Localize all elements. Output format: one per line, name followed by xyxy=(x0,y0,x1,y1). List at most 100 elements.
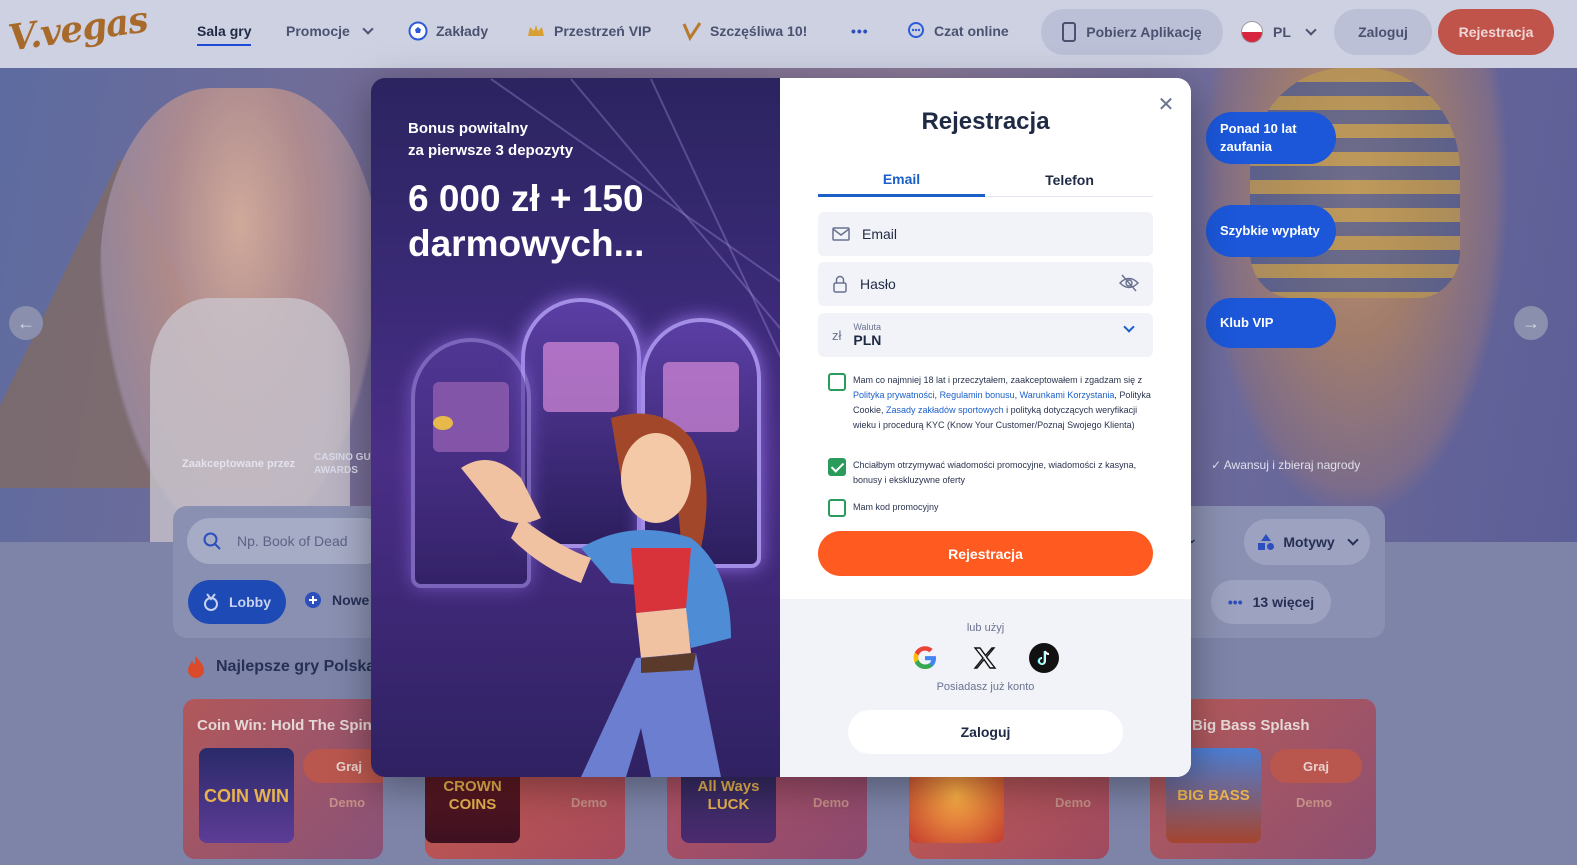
login-button[interactable]: Zaloguj xyxy=(1334,9,1432,55)
arrow-right-icon: → xyxy=(1522,312,1540,333)
vip-club-pill: Klub VIP xyxy=(1206,298,1336,348)
demo-link[interactable]: Demo xyxy=(571,795,607,810)
tab-label: Email xyxy=(882,170,921,187)
crown-icon xyxy=(528,25,544,36)
plus-circle-icon xyxy=(305,592,321,608)
game-thumb-label: CROWN COINS xyxy=(443,777,502,813)
soccer-ball-icon xyxy=(408,21,428,41)
chevron-down-icon xyxy=(1123,321,1135,333)
demo-label: Demo xyxy=(1055,795,1092,810)
chevron-down-icon xyxy=(1305,24,1317,36)
slider-next-button[interactable]: → xyxy=(1514,306,1548,340)
promo-code-text: Mam kod promocyjny xyxy=(853,502,939,512)
nav-zaklady[interactable]: Zakłady xyxy=(408,0,488,62)
award-badge: CASINO GUR AWARDS xyxy=(314,451,378,477)
promo-code-checkbox[interactable] xyxy=(828,499,846,517)
download-app-button[interactable]: Pobierz Aplikację xyxy=(1041,9,1223,55)
sports-rules-link[interactable]: Zasady zakładów sportowych xyxy=(886,405,1004,415)
tab-more[interactable]: ••• 13 więcej xyxy=(1211,580,1331,624)
promo-headline-line: darmowych... xyxy=(408,223,645,264)
email-field[interactable]: Email xyxy=(818,212,1153,256)
section-title: Najlepsze gry Polska xyxy=(186,655,375,679)
demo-label: Demo xyxy=(1296,795,1333,810)
site-logo[interactable]: V.vegas xyxy=(6,0,150,60)
tab-phone[interactable]: Telefon xyxy=(986,163,1153,197)
game-card[interactable]: Coin Win: Hold The Spin COIN WIN Graj De… xyxy=(183,699,383,859)
advance-caption-text: Awansuj i zbieraj nagrody xyxy=(1223,458,1361,472)
game-title: Coin Win: Hold The Spin xyxy=(197,717,372,734)
shapes-icon xyxy=(1258,534,1275,550)
promo-subtitle-line: Bonus powitalny xyxy=(408,120,528,137)
demo-link[interactable]: Demo xyxy=(1055,795,1091,810)
fast-payout-pill: Szybkie wypłaty xyxy=(1206,205,1336,257)
have-account-label: Posiadasz już konto xyxy=(936,681,1035,693)
eye-off-icon[interactable] xyxy=(1119,274,1139,292)
pill-label: Ponad 10 lat zaufania xyxy=(1220,121,1297,154)
demo-label: Demo xyxy=(329,795,366,810)
tab-new[interactable]: Nowe xyxy=(304,591,369,609)
google-icon xyxy=(913,646,936,669)
nav-promocje[interactable]: Promocje xyxy=(286,0,374,62)
game-search-input[interactable]: Np. Book of Dead xyxy=(187,518,387,564)
register-button[interactable]: Rejestracja xyxy=(1438,9,1554,55)
lock-icon xyxy=(833,275,847,293)
marketing-checkbox[interactable] xyxy=(828,458,846,476)
nav-czat-online[interactable]: Czat online xyxy=(906,0,1009,62)
demo-link[interactable]: Demo xyxy=(813,795,849,810)
tab-label: Lobby xyxy=(229,594,271,610)
more-icon: ••• xyxy=(1227,594,1243,610)
game-thumbnail: COIN WIN xyxy=(199,748,294,843)
currency-icon: zł xyxy=(832,327,842,343)
google-login-button[interactable] xyxy=(910,643,940,673)
marketing-text: Chciałbym otrzymywać wiadomości promocyj… xyxy=(853,460,1137,485)
register-submit-label: Rejestracja xyxy=(948,545,1023,562)
tiktok-login-button[interactable] xyxy=(1029,643,1059,673)
password-field[interactable]: Hasło xyxy=(818,262,1153,306)
themes-label: Motywy xyxy=(1283,534,1335,550)
character-illustration xyxy=(433,413,731,777)
registration-modal: Bonus powitalny za pierwsze 3 depozyty 6… xyxy=(371,78,1191,777)
slider-prev-button[interactable]: ← xyxy=(9,306,43,340)
currency-value: PLN xyxy=(853,332,882,348)
privacy-policy-link[interactable]: Polityka prywatności xyxy=(853,390,935,400)
language-selector[interactable]: PL xyxy=(1241,9,1317,55)
tab-email[interactable]: Email xyxy=(818,163,985,197)
logo-text: V.vegas xyxy=(5,0,151,60)
promo-headline: 6 000 zł + 150 darmowych... xyxy=(408,176,644,266)
play-button[interactable]: Graj xyxy=(1270,749,1362,783)
registration-form: ✕ Rejestracja Email Telefon Email Hasło … xyxy=(780,78,1191,777)
currency-text: Waluta PLN xyxy=(853,322,881,348)
modal-login-button[interactable]: Zaloguj xyxy=(848,710,1123,754)
nav-label: Czat online xyxy=(934,23,1009,39)
currency-select[interactable]: zł Waluta PLN xyxy=(818,313,1153,357)
nav-sala-gry[interactable]: Sala gry xyxy=(197,0,252,62)
terms-of-use-link[interactable]: Warunkami Korzystania xyxy=(1020,390,1115,400)
register-submit-button[interactable]: Rejestracja xyxy=(818,531,1153,576)
pill-label: Szybkie wypłaty xyxy=(1220,223,1320,238)
themes-dropdown[interactable]: Motywy xyxy=(1244,519,1370,565)
form-title: Rejestracja xyxy=(921,108,1050,135)
bonus-terms-link[interactable]: Regulamin bonusu xyxy=(940,390,1015,400)
nav-przestrzen-vip[interactable]: Przestrzeń VIP xyxy=(526,0,651,62)
tab-lobby[interactable]: Lobby xyxy=(188,580,286,624)
fire-icon xyxy=(188,656,204,678)
x-login-button[interactable] xyxy=(970,643,1000,673)
nav-label: Szczęśliwa 10! xyxy=(710,23,808,39)
promo-panel: Bonus powitalny za pierwsze 3 depozyty 6… xyxy=(371,78,780,777)
chevron-down-icon xyxy=(362,23,374,35)
demo-link[interactable]: Demo xyxy=(329,795,365,810)
advance-caption: ✓ Awansuj i zbieraj nagrody xyxy=(1211,458,1361,472)
terms-checkbox[interactable] xyxy=(828,373,846,391)
nav-label: Przestrzeń VIP xyxy=(554,23,652,39)
game-thumb-label: COIN WIN xyxy=(204,785,289,806)
nav-label: Sala gry xyxy=(197,23,252,39)
terms-text-part: Mam co najmniej 18 lat i przeczytałem, z… xyxy=(853,375,1143,385)
nav-more[interactable]: ••• xyxy=(851,0,869,62)
nav-szczesliwa-10[interactable]: Szczęśliwa 10! xyxy=(682,0,807,62)
award-line: CASINO GUR xyxy=(314,452,378,463)
demo-link[interactable]: Demo xyxy=(1296,795,1332,810)
language-label: PL xyxy=(1273,24,1291,40)
tab-label: Telefon xyxy=(1045,172,1094,188)
more-icon: ••• xyxy=(851,23,869,39)
login-label: Zaloguj xyxy=(1358,24,1408,40)
